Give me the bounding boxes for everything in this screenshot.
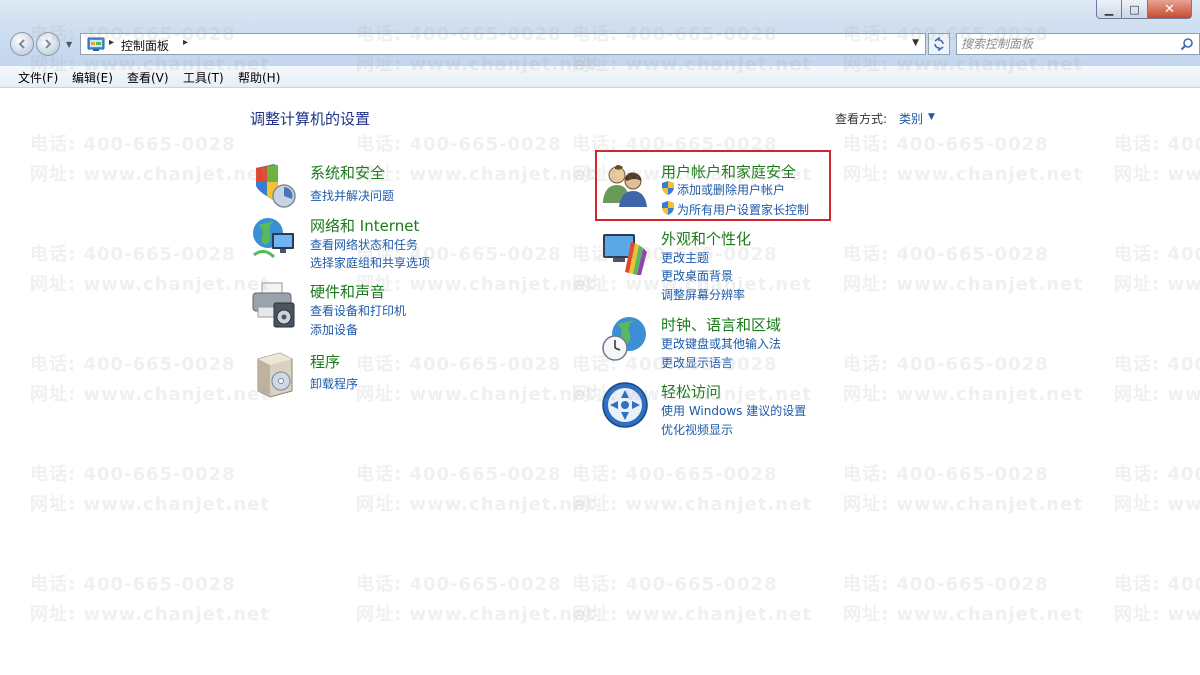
forward-arrow-icon — [45, 39, 52, 49]
category-link[interactable]: 优化视频显示 — [661, 421, 733, 438]
view-by-label: 查看方式: — [835, 112, 888, 126]
category-link[interactable]: 查看网络状态和任务 — [310, 236, 418, 253]
category-link[interactable]: 更改键盘或其他输入法 — [661, 335, 781, 352]
appearance-monitor-icon[interactable] — [601, 228, 649, 276]
category-title[interactable]: 硬件和声音 — [310, 281, 385, 302]
window-controls: ▁ □ ✕ — [1096, 0, 1192, 19]
minimize-button[interactable]: ▁ — [1096, 0, 1122, 19]
back-button[interactable] — [10, 32, 34, 56]
shield-icon[interactable] — [250, 162, 298, 210]
control-panel-icon — [87, 37, 105, 51]
menu-edit[interactable]: 编辑(E) — [72, 69, 113, 86]
highlight-box — [595, 150, 831, 221]
menu-bar: 文件(F) 编辑(E) 查看(V) 工具(T) 帮助(H) — [0, 66, 1200, 88]
category-link[interactable]: 查找并解决问题 — [310, 187, 394, 204]
category-link[interactable]: 添加设备 — [310, 321, 358, 338]
category-title[interactable]: 程序 — [310, 351, 340, 372]
recent-pages-dropdown-icon[interactable]: ▼ — [66, 40, 72, 49]
category-link[interactable]: 更改主题 — [661, 249, 709, 266]
category-title[interactable]: 外观和个性化 — [661, 228, 751, 249]
search-box[interactable] — [956, 33, 1200, 55]
ease-of-access-icon[interactable] — [601, 381, 649, 429]
category-title[interactable]: 轻松访问 — [661, 381, 721, 402]
address-dropdown-icon[interactable]: ▼ — [912, 38, 919, 48]
programs-box-icon[interactable] — [250, 351, 298, 399]
menu-tools[interactable]: 工具(T) — [183, 69, 224, 86]
page-title: 调整计算机的设置 — [250, 110, 371, 128]
category-link[interactable]: 使用 Windows 建议的设置 — [661, 402, 806, 419]
menu-file[interactable]: 文件(F) — [18, 69, 58, 86]
menu-view[interactable]: 查看(V) — [127, 69, 169, 86]
clock-globe-icon[interactable] — [601, 314, 649, 362]
search-icon[interactable] — [1180, 37, 1194, 51]
refresh-icon — [934, 37, 944, 51]
menu-help[interactable]: 帮助(H) — [238, 69, 280, 86]
category-link[interactable]: 卸载程序 — [310, 375, 358, 392]
category-link[interactable]: 选择家庭组和共享选项 — [310, 254, 430, 271]
printer-icon[interactable] — [250, 281, 298, 329]
address-bar[interactable]: ▸ 控制面板 ▸ ▼ — [80, 33, 926, 55]
breadcrumb-chevron-icon[interactable]: ▸ — [183, 37, 188, 48]
category-link[interactable]: 查看设备和打印机 — [310, 302, 406, 319]
back-arrow-icon — [18, 39, 25, 49]
refresh-button[interactable] — [928, 33, 950, 55]
category-title[interactable]: 网络和 Internet — [310, 215, 419, 236]
category-link[interactable]: 更改显示语言 — [661, 354, 733, 371]
category-title[interactable]: 系统和安全 — [310, 162, 385, 183]
maximize-button[interactable]: □ — [1122, 0, 1148, 19]
breadcrumb-control-panel[interactable]: 控制面板 — [121, 37, 169, 54]
view-by-dropdown[interactable]: 类别 — [899, 110, 923, 127]
view-by-caret-icon[interactable]: ▼ — [928, 112, 935, 122]
category-link[interactable]: 调整屏幕分辨率 — [661, 286, 745, 303]
control-panel-window: ▁ □ ✕ ▼ ▸ 控制面板 ▸ ▼ 搜索控制面板 文件(F) 编辑(E) 查看… — [0, 0, 1200, 675]
navigation-bar: ▼ ▸ 控制面板 ▸ ▼ — [8, 32, 1200, 58]
network-globe-icon[interactable] — [250, 215, 298, 263]
content-area: 调整计算机的设置 查看方式: 类别 ▼ 系统和安全 查找并解决问题 网络和 In… — [0, 88, 1200, 675]
search-input[interactable] — [961, 36, 1171, 52]
close-button[interactable]: ✕ — [1148, 0, 1192, 19]
category-link[interactable]: 更改桌面背景 — [661, 267, 733, 284]
breadcrumb-separator-icon[interactable]: ▸ — [109, 37, 114, 48]
forward-button[interactable] — [36, 32, 60, 56]
window-chrome: ▁ □ ✕ ▼ ▸ 控制面板 ▸ ▼ 搜索控制面板 — [0, 0, 1200, 67]
category-title[interactable]: 时钟、语言和区域 — [661, 314, 781, 335]
